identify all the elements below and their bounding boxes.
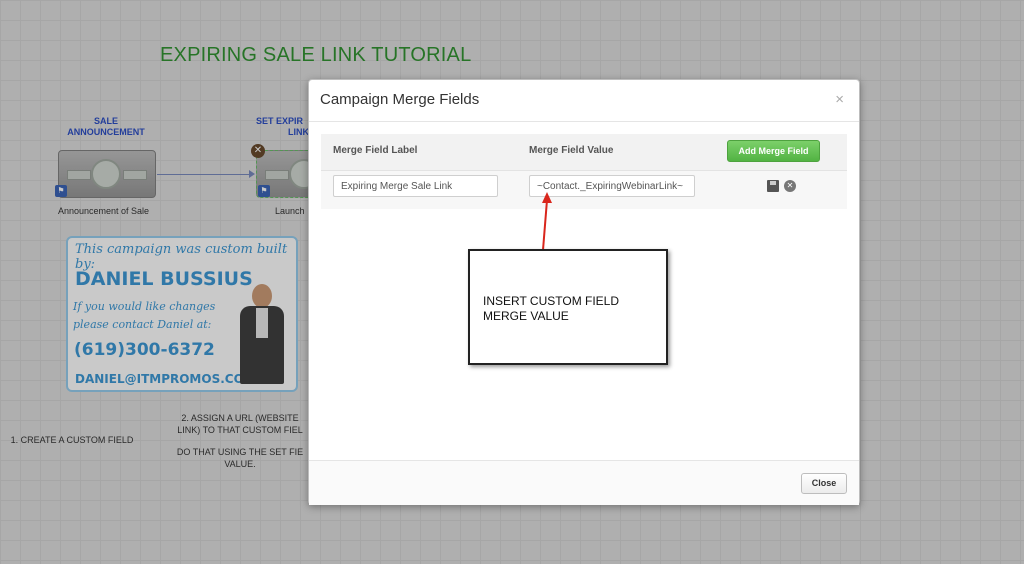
callout-text: INSERT CUSTOM FIELD MERGE VALUE: [483, 294, 619, 324]
close-icon[interactable]: ×: [835, 91, 844, 108]
annotation-callout: INSERT CUSTOM FIELD MERGE VALUE: [468, 249, 668, 365]
callout-line1: INSERT CUSTOM FIELD: [483, 294, 620, 308]
modal-footer: Close: [309, 460, 859, 505]
modal-title: Campaign Merge Fields: [320, 91, 480, 108]
modal-header: Campaign Merge Fields ×: [309, 80, 859, 122]
add-merge-field-button[interactable]: Add Merge Field: [727, 140, 820, 162]
merge-fields-table: Merge Field Label Merge Field Value Add …: [321, 134, 847, 209]
save-icon[interactable]: [767, 180, 779, 192]
merge-field-label-input[interactable]: [333, 175, 498, 197]
arrow-head: [542, 192, 552, 203]
close-button[interactable]: Close: [801, 473, 847, 494]
arrow-shaft: [542, 199, 548, 251]
column-header-value: Merge Field Value: [529, 145, 614, 156]
callout-line2: MERGE VALUE: [483, 309, 569, 323]
column-header-label: Merge Field Label: [333, 145, 418, 156]
annotation-arrow: [542, 192, 552, 251]
cancel-icon[interactable]: ✕: [784, 180, 796, 192]
